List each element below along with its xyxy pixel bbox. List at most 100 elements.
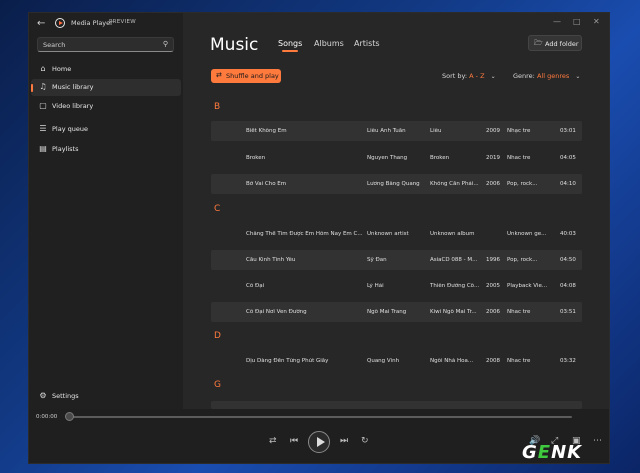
play-button[interactable]: [308, 431, 330, 453]
sidebar-item-label: Play queue: [52, 125, 88, 133]
app-logo-icon: [55, 18, 65, 28]
song-row[interactable]: Broken Nguyen Thang Broken 2019 Nhac tre…: [211, 148, 582, 168]
genre-value: All genres: [536, 72, 570, 80]
active-indicator: [31, 84, 33, 92]
song-album[interactable]: AsiaCD 088 - M...: [430, 257, 482, 263]
add-folder-button[interactable]: 🗁 Add folder: [528, 35, 582, 51]
song-duration: 04:08: [560, 283, 576, 289]
repeat-icon[interactable]: ↻: [361, 436, 369, 446]
song-row[interactable]: Cô Đại Nơi Ven Đường Ngô Mai Trang Kiwi …: [211, 302, 582, 322]
song-album[interactable]: Unknown album: [430, 231, 482, 237]
video-icon: ▢: [39, 101, 47, 110]
playlist-icon: ▤: [39, 144, 47, 153]
add-folder-label: Add folder: [545, 40, 579, 48]
media-player-window: ← Media Player PREVIEW ⚲ ⌂ Home ♫ Music …: [28, 12, 610, 464]
song-album[interactable]: Kiwi Ngô Mai Tr...: [430, 309, 482, 315]
next-icon[interactable]: ⏭: [340, 436, 348, 446]
song-duration: 04:10: [560, 181, 576, 187]
previous-icon[interactable]: ⏮: [290, 436, 298, 446]
song-year: 2009: [486, 128, 500, 134]
seek-thumb[interactable]: [65, 412, 74, 421]
minimize-icon[interactable]: —: [553, 17, 561, 26]
song-year: 2008: [486, 358, 500, 364]
sidebar-item-play-queue[interactable]: ☰ Play queue: [31, 121, 181, 138]
app-title: Media Player: [71, 19, 113, 27]
folder-add-icon: 🗁: [534, 39, 543, 47]
song-year: 2006: [486, 309, 500, 315]
song-genre: Nhac tre: [507, 309, 531, 315]
sidebar-item-video-library[interactable]: ▢ Video library: [31, 98, 181, 115]
song-genre: Pop, rock...: [507, 181, 538, 187]
search-input[interactable]: [43, 40, 158, 50]
sort-label: Sort by:: [442, 72, 468, 80]
song-artist[interactable]: Lý Hải: [367, 283, 427, 289]
genk-watermark-logo: GENK: [522, 442, 583, 463]
song-duration: 03:32: [560, 358, 576, 364]
search-icon[interactable]: ⚲: [163, 40, 168, 48]
group-letter[interactable]: C: [214, 204, 220, 214]
group-letter[interactable]: G: [214, 380, 221, 390]
song-genre: Pop, rock...: [507, 257, 538, 263]
sidebar-item-playlists[interactable]: ▤ Playlists: [31, 141, 181, 158]
song-duration: 04:05: [560, 155, 576, 161]
group-letter[interactable]: B: [214, 102, 220, 112]
song-row[interactable]: Cô Đại Lý Hải Thiên Đường Cô... 2005 Pla…: [211, 276, 582, 296]
sidebar: ← Media Player PREVIEW ⚲ ⌂ Home ♫ Music …: [29, 13, 183, 409]
song-artist[interactable]: Liêu Anh Tuấn: [367, 128, 427, 134]
back-arrow-icon[interactable]: ←: [37, 18, 45, 29]
page-title: Music: [210, 35, 259, 55]
song-row[interactable]: [211, 401, 582, 409]
song-album[interactable]: Thiên Đường Cô...: [430, 283, 482, 289]
sidebar-item-home[interactable]: ⌂ Home: [31, 61, 181, 78]
sort-dropdown[interactable]: Sort by: A - Z ⌄: [442, 72, 496, 80]
group-letter[interactable]: D: [214, 331, 221, 341]
song-title: Biết Không Em: [246, 128, 287, 134]
shuffle-and-play-button[interactable]: ⇄ Shuffle and play: [211, 69, 281, 83]
music-note-icon: ♫: [39, 82, 47, 91]
song-artist[interactable]: Quang Vinh: [367, 358, 427, 364]
queue-icon: ☰: [39, 124, 47, 133]
song-year: 2019: [486, 155, 500, 161]
song-row[interactable]: Dịu Dàng Đến Từng Phút Giây Quang Vinh N…: [211, 351, 582, 371]
shuffle-label: Shuffle and play: [226, 72, 279, 80]
song-year: 1996: [486, 257, 500, 263]
sidebar-item-label: Playlists: [52, 145, 79, 153]
song-album[interactable]: Broken: [430, 155, 482, 161]
tab-songs[interactable]: Songs: [278, 39, 302, 52]
song-album[interactable]: Không Cân Phải...: [430, 181, 482, 187]
genre-dropdown[interactable]: Genre: All genres ⌄: [513, 72, 580, 80]
song-artist[interactable]: Lương Bằng Quang: [367, 181, 427, 187]
search-box[interactable]: ⚲: [37, 37, 174, 52]
song-title: Chẳng Thể Tìm Được Em Hôm Nay Em C...: [246, 231, 363, 237]
song-duration: 03:51: [560, 309, 576, 315]
tab-albums[interactable]: Albums: [314, 39, 344, 48]
home-icon: ⌂: [40, 64, 46, 73]
song-row[interactable]: Chẳng Thể Tìm Được Em Hôm Nay Em C... Un…: [211, 224, 582, 244]
preview-badge: PREVIEW: [109, 19, 137, 25]
close-icon[interactable]: ✕: [593, 17, 600, 26]
song-year: 2006: [486, 181, 500, 187]
gear-icon: ⚙: [39, 391, 47, 400]
song-duration: 03:01: [560, 128, 576, 134]
sort-value: A - Z: [469, 72, 485, 80]
song-genre: Nhac tre: [507, 155, 531, 161]
tab-artists[interactable]: Artists: [354, 39, 380, 48]
song-artist[interactable]: Nguyen Thang: [367, 155, 427, 161]
song-title: Bờ Vai Cho Em: [246, 181, 287, 187]
sidebar-item-label: Music library: [52, 83, 94, 91]
song-row[interactable]: Biết Không Em Liêu Anh Tuấn Liêu 2009 Nh…: [211, 121, 582, 141]
song-album[interactable]: Ngôi Nhà Hoa...: [430, 358, 482, 364]
sidebar-item-settings[interactable]: ⚙ Settings: [31, 388, 181, 405]
song-row[interactable]: Câu Kinh Tình Yêu Sỹ Đan AsiaCD 088 - M.…: [211, 250, 582, 270]
song-artist[interactable]: Sỹ Đan: [367, 257, 427, 263]
song-title: Câu Kinh Tình Yêu: [246, 257, 296, 263]
song-artist[interactable]: Ngô Mai Trang: [367, 309, 427, 315]
song-row[interactable]: Bờ Vai Cho Em Lương Bằng Quang Không Cân…: [211, 174, 582, 194]
maximize-icon[interactable]: □: [573, 17, 581, 26]
sidebar-item-music-library[interactable]: ♫ Music library: [31, 79, 181, 96]
shuffle-icon[interactable]: ⇄: [269, 436, 277, 446]
song-genre: Nhac tre: [507, 358, 531, 364]
song-album[interactable]: Liêu: [430, 128, 482, 134]
seek-bar[interactable]: [69, 416, 572, 418]
song-artist[interactable]: Unknown artist: [367, 231, 427, 237]
